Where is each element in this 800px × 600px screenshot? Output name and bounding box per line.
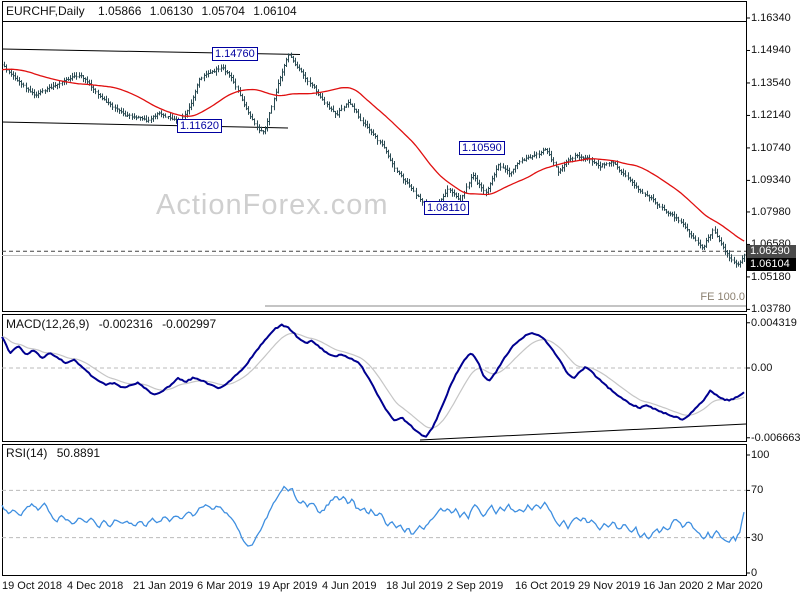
price-axis-label: 1.16340 [751,12,791,24]
low-value: 1.05704 [201,4,245,18]
price-panel-border [2,21,747,312]
date-label: 4 Dec 2018 [67,580,124,592]
macd-trendline [419,423,747,441]
date-label: 19 Apr 2019 [258,580,318,592]
price-level-label: 1.11620 [177,119,222,133]
price-axis-label: 1.07980 [751,205,791,218]
rsi-value: 50.8891 [56,446,101,460]
date-label: 21 Jan 2019 [133,580,194,592]
date-label: 18 Jul 2019 [386,580,443,592]
rsi-panel-border [2,444,747,576]
candle-series [4,52,745,268]
price-axis-label: 1.05180 [751,270,791,283]
price-axis-label: 1.14940 [751,44,791,57]
macd-line [1,323,745,438]
price-axis-label: 1.10740 [751,141,791,154]
date-label: 16 Oct 2019 [515,580,575,592]
moving-average-line [2,68,745,242]
macd-axis-label: 0.00 [751,362,773,374]
forex-chart-image: ActionForex.com EURCHF,Daily 1.05866 1.0… [0,0,800,600]
price-axis-label: 1.09340 [751,174,791,187]
fib-expansion-label: FE 100.0 [700,291,745,303]
rsi-axis-label: 100 [751,449,770,461]
open-value: 1.05866 [98,4,142,18]
date-label: 19 Oct 2018 [2,580,62,592]
date-label: 29 Nov 2019 [578,580,641,592]
macd-axis-label: 0.004319 [751,316,797,329]
price-axis-label: 1.13540 [751,76,791,89]
price-level-label: 1.14760 [212,47,258,61]
rsi-axis-label: 30 [751,531,764,544]
ohlc-header: EURCHF,Daily 1.05866 1.06130 1.05704 1.0… [6,4,302,18]
macd-header: MACD(12,26,9) -0.002316 -0.002997 [6,317,222,331]
date-label: 6 Mar 2019 [197,580,253,592]
rsi-title: RSI(14) [6,446,48,460]
rsi-line [1,485,745,547]
support-resistance-line-1.11620 [1,121,289,129]
macd-panel-border [2,314,747,442]
price-axis-label: 1.12140 [751,109,791,122]
ohlc-open-close-ticks [3,55,746,265]
high-value: 1.06130 [149,4,194,18]
price-axis-label: 1.03780 [751,303,791,316]
date-label: 4 Jun 2019 [322,580,377,592]
macd-axis-label: -0.006663 [751,431,800,444]
close-value: 1.06104 [253,4,297,18]
date-label: 2 Mar 2020 [707,580,763,592]
price-level-label: 1.08110 [424,201,469,215]
price-level-label: 1.10590 [459,141,505,155]
macd-signal-line [1,332,745,429]
date-label: 16 Jan 2020 [643,580,704,592]
level-price-tag: 1.06290 [747,245,796,258]
date-label: 2 Sep 2019 [447,580,504,592]
current-price-tag: 1.06104 [747,258,796,271]
symbol-timeframe: EURCHF,Daily [6,4,85,18]
macd-signal-value: -0.002997 [162,317,217,331]
rsi-header: RSI(14) 50.8891 [6,446,106,460]
rsi-axis-label: 0 [751,567,758,579]
rsi-axis-label: 70 [751,484,764,497]
macd-value: -0.002316 [98,317,153,331]
macd-title: MACD(12,26,9) [6,317,90,331]
